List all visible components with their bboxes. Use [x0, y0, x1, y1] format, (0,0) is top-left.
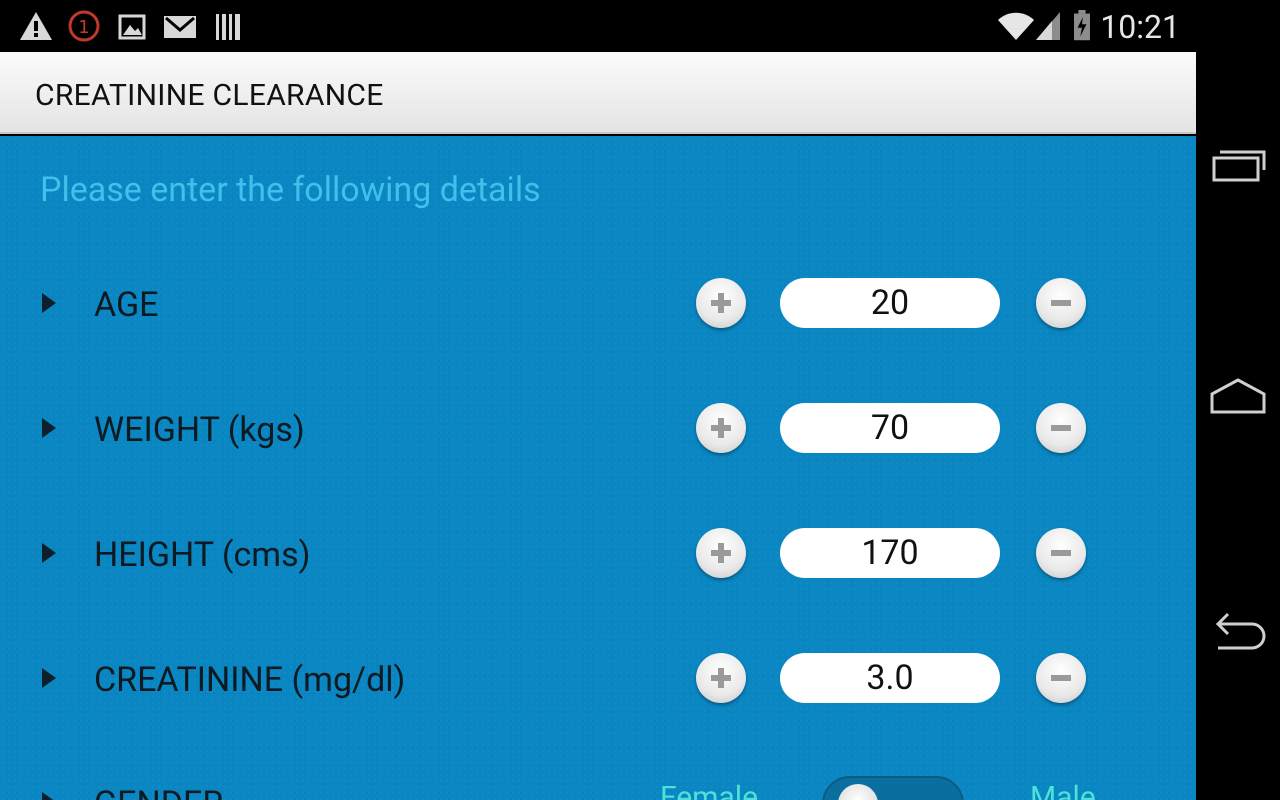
- signal-icon: [1036, 12, 1060, 40]
- notification-count: 1: [78, 17, 89, 38]
- expand-arrow-icon[interactable]: [42, 792, 56, 800]
- back-icon[interactable]: [1206, 606, 1270, 656]
- age-decrement-button[interactable]: [1036, 278, 1086, 328]
- status-clock: 10:21: [1100, 8, 1180, 46]
- expand-arrow-icon[interactable]: [42, 668, 56, 688]
- form-panel: Please enter the following details AGE 2…: [0, 136, 1196, 800]
- minus-icon: [1051, 675, 1071, 681]
- height-value-field[interactable]: 170: [780, 528, 1000, 578]
- creatinine-value-field[interactable]: 3.0: [780, 653, 1000, 703]
- status-bar: 1 10:21: [0, 0, 1196, 52]
- field-label-height: HEIGHT (cms): [94, 535, 311, 575]
- home-icon[interactable]: [1206, 372, 1270, 422]
- plus-icon: [711, 418, 731, 438]
- minus-icon: [1051, 425, 1071, 431]
- recent-apps-icon[interactable]: [1206, 140, 1270, 190]
- plus-icon: [711, 543, 731, 563]
- page-title: CREATININE CLEARANCE: [35, 78, 384, 113]
- age-value-field[interactable]: 20: [780, 278, 1000, 328]
- field-label-creatinine: CREATININE (mg/dl): [94, 660, 406, 700]
- plus-icon: [711, 668, 731, 688]
- gmail-icon: [164, 16, 196, 38]
- minus-icon: [1051, 300, 1071, 306]
- form-subtitle: Please enter the following details: [40, 170, 541, 210]
- action-bar: CREATININE CLEARANCE: [0, 52, 1196, 134]
- field-row-weight: WEIGHT (kgs) 70: [0, 400, 1196, 460]
- height-decrement-button[interactable]: [1036, 528, 1086, 578]
- field-row-age: AGE 20: [0, 275, 1196, 335]
- gender-male-label: Male: [1030, 780, 1096, 800]
- notification-count-icon: 1: [68, 10, 100, 42]
- minus-icon: [1051, 550, 1071, 556]
- field-label-weight: WEIGHT (kgs): [94, 410, 305, 450]
- weight-value-field[interactable]: 70: [780, 403, 1000, 453]
- plus-icon: [711, 293, 731, 313]
- weight-increment-button[interactable]: [696, 403, 746, 453]
- image-icon: [118, 14, 146, 40]
- battery-charging-icon: [1074, 10, 1090, 41]
- creatinine-increment-button[interactable]: [696, 653, 746, 703]
- expand-arrow-icon[interactable]: [42, 293, 56, 313]
- field-row-creatinine: CREATININE (mg/dl) 3.0: [0, 650, 1196, 710]
- wifi-icon: [998, 12, 1034, 40]
- barcode-icon: [216, 14, 240, 40]
- warning-icon: [20, 12, 52, 40]
- creatinine-decrement-button[interactable]: [1036, 653, 1086, 703]
- height-increment-button[interactable]: [696, 528, 746, 578]
- gender-toggle[interactable]: [822, 776, 964, 800]
- age-increment-button[interactable]: [696, 278, 746, 328]
- field-row-height: HEIGHT (cms) 170: [0, 525, 1196, 585]
- toggle-knob[interactable]: [838, 784, 878, 800]
- gender-female-label: Female: [660, 780, 759, 800]
- weight-decrement-button[interactable]: [1036, 403, 1086, 453]
- field-label-age: AGE: [94, 285, 159, 325]
- expand-arrow-icon[interactable]: [42, 418, 56, 438]
- navigation-bar: [1196, 0, 1280, 800]
- field-label-gender: GENDER: [94, 784, 223, 800]
- field-row-gender: GENDER Female Male: [0, 774, 1196, 800]
- expand-arrow-icon[interactable]: [42, 543, 56, 563]
